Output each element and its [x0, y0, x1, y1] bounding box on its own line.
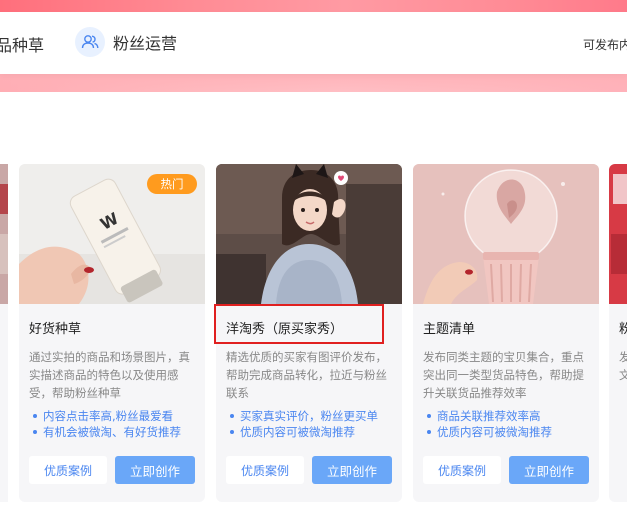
hot-badge: 热门	[147, 174, 197, 194]
card-title: 粉	[619, 322, 627, 337]
users-icon	[75, 27, 105, 57]
card-bullet-list: 商品关联推荐效率高 优质内容可被微淘推荐	[427, 408, 597, 440]
card-theme-list: 主题清单 发布同类主题的宝贝集合，重点突出同一类型货品特色，帮助提升关联货品推荐…	[413, 164, 599, 502]
highlight-box	[214, 304, 384, 344]
card-partial-right-image	[609, 164, 627, 304]
card-goods-seeding-image: W 热门	[19, 164, 205, 304]
card-bullet: 买家真实评价，粉丝更买单	[230, 408, 400, 424]
quality-case-button[interactable]: 优质案例	[423, 456, 501, 484]
page: 品种草 粉丝运营 可发布内 W 热门 好货种草 通过实拍的商品和场景图片，真实描…	[0, 0, 627, 520]
fans-tab-label: 粉丝运营	[113, 34, 178, 53]
tab-goods-seeding[interactable]: 品种草	[0, 32, 44, 56]
create-now-button[interactable]: 立即创作	[312, 456, 392, 484]
card-bullet-list: 内容点击率高,粉丝最爱看 有机会被微淘、有好货推荐	[33, 408, 203, 440]
card-theme-list-image	[413, 164, 599, 304]
card-description: 精选优质的买家有图评价发布，帮助完成商品转化，拉近与粉丝联系	[226, 350, 387, 400]
card-goods-seeding: W 热门 好货种草 通过实拍的商品和场景图片，真实描述商品的特色以及使用感受，帮…	[19, 164, 205, 502]
card-title: 好货种草	[29, 322, 82, 337]
card-description: 发力文	[619, 350, 627, 382]
card-partial-left	[0, 164, 8, 502]
card-bullet: 优质内容可被微淘推荐	[230, 424, 400, 440]
category-tabs-bar: 品种草 粉丝运营 可发布内	[0, 12, 627, 74]
banner-gradient	[0, 74, 627, 92]
card-buyer-show-image	[216, 164, 402, 304]
create-now-button[interactable]: 立即创作	[509, 456, 589, 484]
card-partial-left-image	[0, 164, 8, 304]
card-partial-right: 粉 发力文	[609, 164, 627, 502]
quality-case-button[interactable]: 优质案例	[226, 456, 304, 484]
card-title: 主题清单	[423, 322, 476, 337]
quality-case-button[interactable]: 优质案例	[29, 456, 107, 484]
tab-fans-operation[interactable]: 粉丝运营	[75, 27, 177, 57]
card-bullet: 商品关联推荐效率高	[427, 408, 597, 424]
card-bullet: 优质内容可被微淘推荐	[427, 424, 597, 440]
card-bullet-list: 买家真实评价，粉丝更买单 优质内容可被微淘推荐	[230, 408, 400, 440]
publish-hint: 可发布内	[583, 38, 627, 52]
card-description: 发布同类主题的宝贝集合，重点突出同一类型货品特色，帮助提升关联货品推荐效率	[423, 350, 584, 400]
card-bullet: 有机会被微淘、有好货推荐	[33, 424, 203, 440]
card-bullet: 内容点击率高,粉丝最爱看	[33, 408, 203, 424]
card-description: 通过实拍的商品和场景图片，真实描述商品的特色以及使用感受，帮助粉丝种草	[29, 350, 190, 400]
create-now-button[interactable]: 立即创作	[115, 456, 195, 484]
